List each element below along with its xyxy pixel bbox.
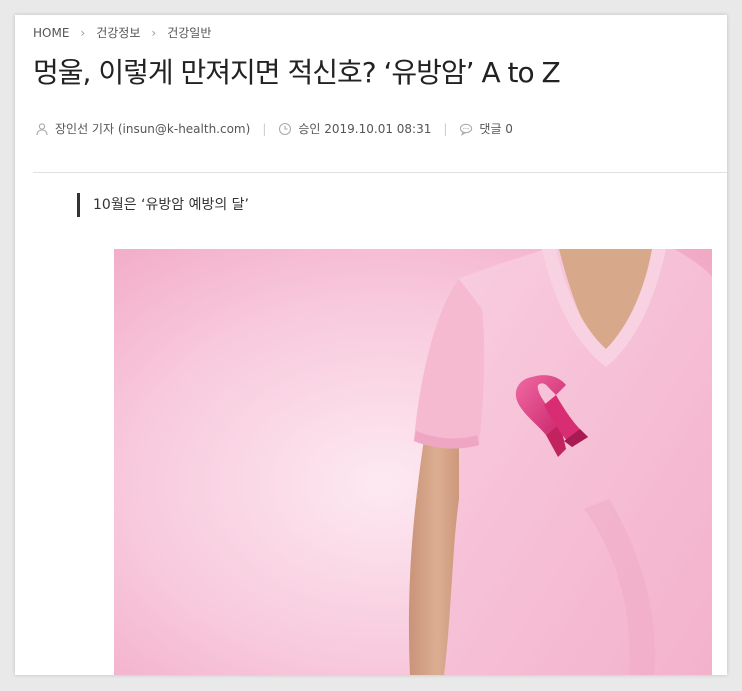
article-subtitle: 10월은 ‘유방암 예방의 달’ xyxy=(77,193,249,217)
comments-info[interactable]: 댓글 0 xyxy=(459,120,513,137)
article-title: 멍울, 이렇게 만져지면 적신호? ‘유방암’ A to Z xyxy=(33,56,561,89)
breadcrumb-home-link[interactable]: HOME xyxy=(33,26,69,40)
chevron-right-icon: › xyxy=(151,25,157,40)
chevron-right-icon: › xyxy=(80,25,86,40)
approved-info: 승인 2019.10.01 08:31 xyxy=(278,120,431,137)
speech-bubble-icon xyxy=(460,123,473,136)
breadcrumb-health-general-link[interactable]: 건강일반 xyxy=(167,24,211,41)
meta-divider: | xyxy=(443,121,448,136)
author-info: 장인선 기자 (insun@k-health.com) xyxy=(35,120,250,137)
pink-ribbon-tshirt-illustration xyxy=(114,249,712,675)
author-text: 장인선 기자 (insun@k-health.com) xyxy=(55,122,251,136)
article-meta: 장인선 기자 (insun@k-health.com) | 승인 2019.10… xyxy=(35,120,513,137)
breadcrumb-health-info-link[interactable]: 건강정보 xyxy=(96,24,140,41)
article-card: HOME › 건강정보 › 건강일반 멍울, 이렇게 만져지면 적신호? ‘유방… xyxy=(15,15,727,675)
approved-text: 승인 2019.10.01 08:31 xyxy=(298,122,432,136)
article-image xyxy=(114,249,712,675)
person-icon xyxy=(36,122,48,135)
divider-line xyxy=(33,172,727,173)
comments-text: 댓글 0 xyxy=(479,122,513,136)
meta-divider: | xyxy=(262,121,267,136)
clock-icon xyxy=(279,122,292,135)
breadcrumb: HOME › 건강정보 › 건강일반 xyxy=(33,24,211,41)
